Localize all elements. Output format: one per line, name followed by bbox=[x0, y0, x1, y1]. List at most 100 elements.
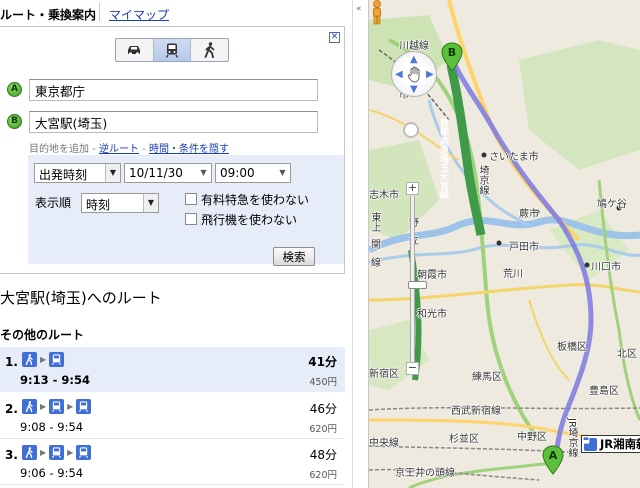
origin-pin-icon[interactable]: A bbox=[541, 445, 565, 475]
map-label-kita: 北区 bbox=[617, 349, 637, 360]
map-label-nakano: 中野区 bbox=[517, 432, 547, 443]
panel-divider[interactable]: « bbox=[352, 0, 369, 488]
origin-marker-icon: A bbox=[7, 82, 22, 97]
map-label-nerima: 練馬区 bbox=[472, 372, 502, 383]
train-icon bbox=[49, 445, 65, 460]
walk-icon bbox=[22, 445, 37, 460]
walk-icon bbox=[22, 399, 37, 414]
transit-line-name: JR湘南新 bbox=[600, 437, 640, 451]
map-label-wako: 和光市 bbox=[417, 309, 447, 320]
no-express-label: 有料特急を使わない bbox=[201, 193, 310, 207]
route-time: 9:13 - 9:54 bbox=[20, 373, 90, 387]
pan-control[interactable]: ▲ ▼ ◀ ▶ bbox=[391, 51, 437, 97]
pan-right-icon[interactable]: ▶ bbox=[426, 70, 434, 80]
zoom-out-button[interactable]: − bbox=[406, 362, 419, 375]
map-label-kawaguchi: 川口市 bbox=[591, 262, 621, 273]
train-icon bbox=[49, 399, 65, 414]
route-option-1[interactable]: 1. ▶ 9:13 - 9:54 41分 450円 bbox=[0, 347, 345, 392]
reverse-route-link[interactable]: 逆ルート bbox=[99, 144, 139, 155]
destination-marker-icon: B bbox=[7, 114, 22, 129]
route-fare: 450円 bbox=[309, 377, 337, 388]
map-label-hatogaya: 鳩ケ谷 bbox=[597, 199, 627, 210]
link-separator: - bbox=[142, 144, 146, 155]
mode-walk-button[interactable] bbox=[190, 39, 228, 61]
pan-down-icon[interactable]: ▼ bbox=[410, 85, 418, 95]
date-value: 10/11/30 bbox=[129, 166, 183, 180]
map-label-shinjuku-ward: 新宿区 bbox=[369, 369, 399, 380]
no-airplane-checkbox[interactable] bbox=[185, 213, 197, 225]
directions-form: ✕ A B 目的地を追加 - 逆ルート - 時 bbox=[0, 26, 345, 274]
form-links: 目的地を追加 - 逆ルート - 時間・条件を隠す bbox=[29, 140, 229, 155]
train-icon bbox=[166, 43, 178, 58]
hide-options-link[interactable]: 時間・条件を隠す bbox=[149, 144, 229, 155]
arrow-right-icon: ▶ bbox=[40, 402, 47, 411]
map-label-chuo-line: 中央線 bbox=[369, 438, 399, 449]
time-select[interactable]: 09:00 ▼ bbox=[215, 163, 291, 183]
map-label-seibu-shinjuku-line: 西武新宿線 bbox=[451, 406, 501, 417]
link-separator: - bbox=[92, 144, 96, 155]
route-time: 9:06 - 9:54 bbox=[20, 466, 84, 480]
pan-up-icon[interactable]: ▲ bbox=[410, 55, 418, 65]
chevron-down-icon: ▼ bbox=[279, 168, 286, 177]
route-segments: ▶ bbox=[22, 352, 65, 367]
map-label-arakawa: 荒川 bbox=[503, 269, 523, 280]
route-option-3[interactable]: 3. ▶ ▶ 9:06 - 9:54 48分 620円 bbox=[0, 440, 345, 485]
hand-icon bbox=[407, 66, 420, 83]
results-title: 大宮駅(埼玉)へのルート bbox=[0, 289, 162, 307]
map-label-keio-line: 京王井の頭線 bbox=[395, 468, 455, 479]
train-icon bbox=[582, 436, 597, 451]
tab-mymaps[interactable]: マイマップ bbox=[109, 6, 169, 23]
origin-pin-label: A bbox=[549, 449, 558, 462]
walk-icon bbox=[22, 352, 37, 367]
transit-line-label[interactable]: JR湘南新 bbox=[581, 435, 640, 453]
chevron-down-icon: ▼ bbox=[143, 194, 158, 212]
map-label-suginami: 杉並区 bbox=[449, 434, 479, 445]
streetview-toggle[interactable] bbox=[403, 122, 419, 138]
map-label-saikyo-line: 埼京線 bbox=[477, 165, 488, 195]
search-button[interactable]: 検索 bbox=[273, 247, 315, 266]
car-icon bbox=[128, 46, 141, 56]
zoom-control: + − bbox=[406, 182, 427, 378]
map-label-saitama-city: さいたま市 bbox=[489, 152, 539, 163]
tab-divider bbox=[99, 3, 100, 21]
pegman-icon[interactable] bbox=[369, 0, 385, 26]
map-label-kawagoe-line: 川越線 bbox=[399, 41, 429, 52]
map-label-kan: 関 bbox=[371, 240, 381, 251]
train-icon bbox=[76, 399, 92, 414]
route-option-2[interactable]: 2. ▶ ▶ 9:08 - 9:54 46分 620円 bbox=[0, 394, 345, 439]
route-segments: ▶ ▶ bbox=[22, 399, 92, 414]
map-view[interactable]: 川越線 さいたま市 志木市 蕨市 戸田市 川口市 朝霞市 和光市 板橋区 北区 … bbox=[369, 0, 640, 488]
map-label-asaka: 朝霞市 bbox=[417, 270, 447, 281]
chevron-down-icon: ▼ bbox=[105, 164, 120, 182]
walk-icon bbox=[204, 42, 215, 58]
map-label-toshima: 豊島区 bbox=[589, 386, 619, 397]
zoom-in-button[interactable]: + bbox=[406, 182, 419, 195]
mode-car-button[interactable] bbox=[116, 39, 153, 61]
no-express-checkbox[interactable] bbox=[185, 193, 197, 205]
chevron-down-icon: ▼ bbox=[200, 168, 207, 177]
map-label-itabashi: 板橋区 bbox=[557, 342, 587, 353]
mode-transit-button[interactable] bbox=[152, 39, 191, 61]
origin-input[interactable] bbox=[29, 79, 318, 101]
destination-input[interactable] bbox=[29, 111, 318, 133]
arrow-right-icon: ▶ bbox=[67, 448, 74, 457]
add-destination-link[interactable]: 目的地を追加 bbox=[29, 144, 89, 155]
no-airplane-label: 飛行機を使わない bbox=[201, 213, 298, 227]
close-icon[interactable]: ✕ bbox=[329, 32, 340, 43]
route-duration: 46分 bbox=[309, 402, 337, 416]
zoom-slider-track[interactable] bbox=[408, 196, 427, 364]
route-number: 1. bbox=[5, 355, 18, 369]
tab-route-transit[interactable]: ルート・乗換案内 bbox=[0, 6, 96, 23]
sort-select[interactable]: 時刻 ▼ bbox=[81, 193, 159, 213]
pan-left-icon[interactable]: ◀ bbox=[395, 70, 403, 80]
date-select[interactable]: 10/11/30 ▼ bbox=[124, 163, 212, 183]
time-type-select[interactable]: 出発時刻 ▼ bbox=[34, 163, 121, 183]
collapse-panel-icon[interactable]: « bbox=[356, 4, 362, 14]
destination-pin-icon[interactable]: B bbox=[440, 42, 464, 72]
travel-mode-selector bbox=[115, 38, 229, 62]
route-time: 9:08 - 9:54 bbox=[20, 420, 84, 434]
zoom-slider-handle[interactable] bbox=[408, 281, 427, 289]
train-icon bbox=[76, 445, 92, 460]
time-value: 09:00 bbox=[220, 166, 255, 180]
route-fare: 620円 bbox=[309, 470, 337, 481]
